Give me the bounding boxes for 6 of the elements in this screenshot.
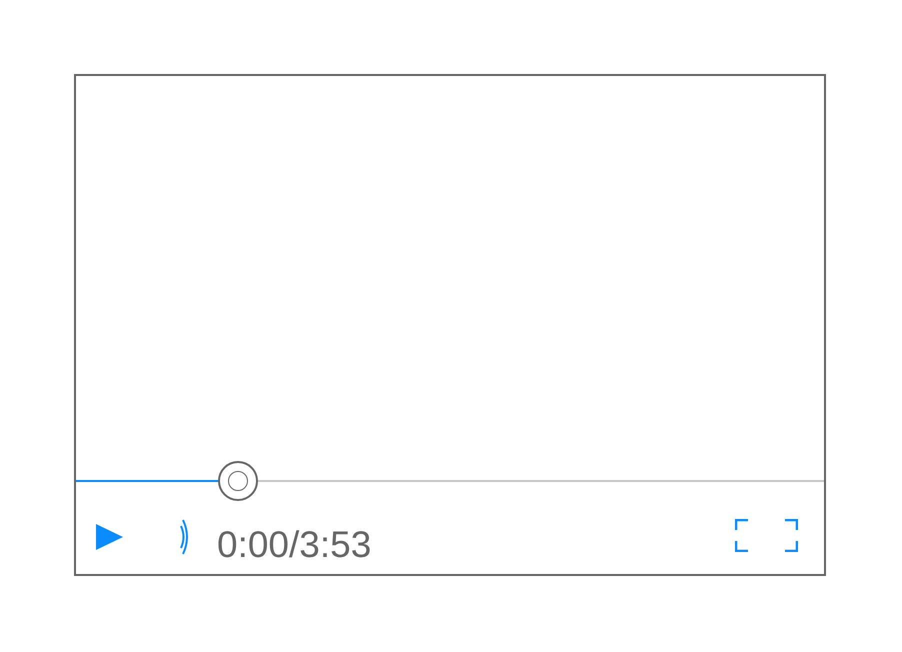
progress-thumb[interactable]	[218, 461, 258, 501]
volume-icon[interactable]	[179, 518, 189, 556]
time-display: 0:00/3:53	[217, 526, 372, 563]
play-icon[interactable]	[96, 524, 123, 550]
fullscreen-icon[interactable]	[735, 519, 798, 552]
progress-slider[interactable]	[76, 461, 824, 501]
